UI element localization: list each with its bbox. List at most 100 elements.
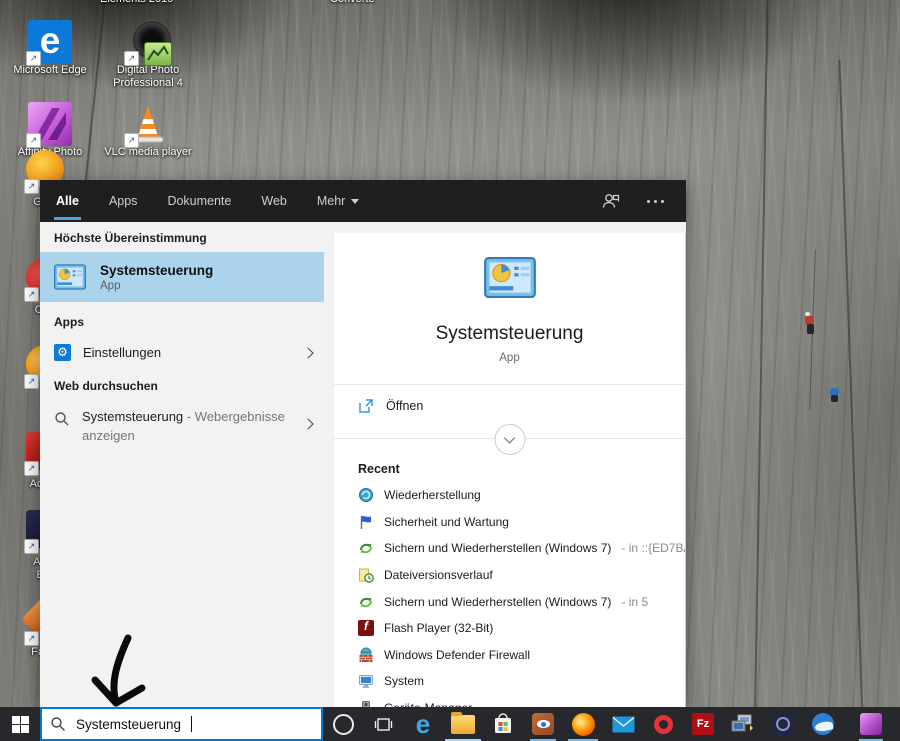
desktop-icon-label: Microsoft Edge <box>4 64 96 77</box>
taskbar-remote-desktop-button[interactable] <box>723 707 763 741</box>
climber-figure-2 <box>830 388 839 396</box>
settings-gear-icon: ⚙ <box>54 344 71 361</box>
preview-hero: Systemsteuerung App <box>334 233 685 385</box>
text-cursor <box>191 716 192 732</box>
shortcut-arrow-icon: ↗ <box>24 374 39 389</box>
image-viewer-eye-icon <box>532 713 554 735</box>
search-icon <box>54 411 70 427</box>
firewall-icon <box>358 647 374 663</box>
recent-item[interactable]: Wiederherstellung <box>334 482 685 509</box>
file-explorer-icon <box>451 715 475 734</box>
chart-overlay-icon <box>144 42 172 66</box>
taskbar-store-button[interactable] <box>483 707 523 741</box>
thunderbird-icon <box>812 713 834 735</box>
desktop-icon-vlc[interactable]: ↗ VLC media player <box>102 102 194 159</box>
windows-logo-icon <box>12 716 29 733</box>
affinity-photo-icon <box>860 713 882 735</box>
chevron-right-icon <box>302 347 313 358</box>
flash-player-icon: f <box>358 620 374 636</box>
recent-item[interactable]: Sichern und Wiederherstellen (Windows 7)… <box>334 535 685 562</box>
shortcut-arrow-icon: ↗ <box>24 631 39 646</box>
recent-item[interactable]: Windows Defender Firewall <box>334 642 685 669</box>
shortcut-arrow-icon: ↗ <box>26 51 41 66</box>
security-flag-icon <box>358 514 374 530</box>
expand-divider <box>334 424 685 454</box>
system-monitor-icon <box>358 673 374 689</box>
taskbar-affinity-button[interactable] <box>851 707 891 741</box>
recent-item[interactable]: Dateiversionsverlauf <box>334 562 685 589</box>
start-button[interactable] <box>0 707 40 741</box>
desktop-icon-label: VLC media player <box>102 146 194 159</box>
mail-icon <box>612 716 635 733</box>
taskbar-dark-app-button[interactable] <box>763 707 803 741</box>
edge-icon: e <box>416 713 430 735</box>
tab-alle[interactable]: Alle <box>54 182 81 220</box>
best-match-title: Systemsteuerung <box>100 263 213 278</box>
taskbar-opera-button[interactable] <box>643 707 683 741</box>
shortcut-arrow-icon: ↗ <box>24 539 39 554</box>
more-options-icon[interactable] <box>647 200 664 203</box>
taskbar-thunderbird-button[interactable] <box>803 707 843 741</box>
taskbar-firefox-button[interactable] <box>563 707 603 741</box>
open-window-icon <box>358 398 374 414</box>
recent-item[interactable]: f Flash Player (32-Bit) <box>334 615 685 642</box>
taskbar-filezilla-button[interactable]: Fz <box>683 707 723 741</box>
tab-mehr[interactable]: Mehr <box>315 182 361 220</box>
sign-in-icon[interactable] <box>601 192 621 210</box>
search-flyout-panel: Alle Apps Dokumente Web Mehr Höchste Übe… <box>40 180 686 707</box>
firefox-icon <box>572 713 595 736</box>
backup-restore-icon <box>358 540 374 556</box>
recent-item[interactable]: System <box>334 668 685 695</box>
taskbar-edge-button[interactable]: e <box>403 707 443 741</box>
open-action[interactable]: Öffnen <box>334 385 685 424</box>
device-manager-icon <box>358 700 374 707</box>
shortcut-arrow-icon: ↗ <box>26 133 41 148</box>
dark-app-icon <box>772 713 794 735</box>
rock-crack <box>754 0 769 741</box>
tab-apps[interactable]: Apps <box>107 182 140 220</box>
preview-subtitle: App <box>344 352 675 364</box>
search-tabs-bar: Alle Apps Dokumente Web Mehr <box>40 180 686 222</box>
result-web-search[interactable]: Systemsteuerung - Webergebnisse anzeigen <box>40 400 324 454</box>
remote-desktop-icon <box>731 714 755 734</box>
filezilla-icon: Fz <box>692 713 714 735</box>
recent-item[interactable]: Geräte-Manager <box>334 695 685 707</box>
column-gap <box>324 222 334 707</box>
best-match-subtitle: App <box>100 280 213 292</box>
desktop-icon-microsoft-edge[interactable]: e ↗ Microsoft Edge <box>4 20 96 77</box>
web-query: Systemsteuerung <box>82 409 183 424</box>
search-results-column: Höchste Übereinstimmung Systemsteuerung … <box>40 222 324 707</box>
preview-column: Systemsteuerung App Öffnen Recent <box>334 233 686 707</box>
shortcut-arrow-icon: ↗ <box>24 287 39 302</box>
control-panel-icon <box>54 264 86 290</box>
opera-icon <box>654 715 673 734</box>
rock-crack <box>838 60 863 720</box>
taskbar-search-input[interactable]: Systemsteuerung <box>40 707 323 741</box>
web-section-header: Web durchsuchen <box>40 369 324 400</box>
taskbar-mail-button[interactable] <box>603 707 643 741</box>
taskbar-image-viewer-button[interactable] <box>523 707 563 741</box>
shortcut-arrow-icon: ↗ <box>24 461 39 476</box>
shortcut-arrow-icon: ↗ <box>124 133 139 148</box>
tab-dokumente[interactable]: Dokumente <box>165 182 233 220</box>
cortana-icon <box>333 714 354 735</box>
result-einstellungen[interactable]: ⚙ Einstellungen <box>40 336 324 369</box>
shortcut-arrow-icon: ↗ <box>24 179 39 194</box>
shortcut-arrow-icon: ↗ <box>124 51 139 66</box>
search-icon <box>50 716 66 732</box>
taskbar-file-explorer-button[interactable] <box>443 707 483 741</box>
expand-button[interactable] <box>494 424 525 455</box>
screen: Elements 2019 Converte e ↗ Microsoft Edg… <box>0 0 900 741</box>
tab-web[interactable]: Web <box>259 182 288 220</box>
open-label: Öffnen <box>386 399 423 413</box>
desktop-icon-digital-photo-professional[interactable]: ↗ Digital Photo Professional 4 <box>102 20 194 90</box>
cortana-button[interactable] <box>323 707 363 741</box>
recent-item[interactable]: Sicherheit und Wartung <box>334 509 685 536</box>
climber-figure <box>805 316 814 325</box>
recent-item[interactable]: Sichern und Wiederherstellen (Windows 7)… <box>334 588 685 615</box>
cut-desktop-label: Converte <box>330 0 375 6</box>
preview-title: Systemsteuerung <box>344 323 675 345</box>
file-history-icon <box>358 567 374 583</box>
task-view-button[interactable] <box>363 707 403 741</box>
best-match-result[interactable]: Systemsteuerung App <box>40 252 324 302</box>
